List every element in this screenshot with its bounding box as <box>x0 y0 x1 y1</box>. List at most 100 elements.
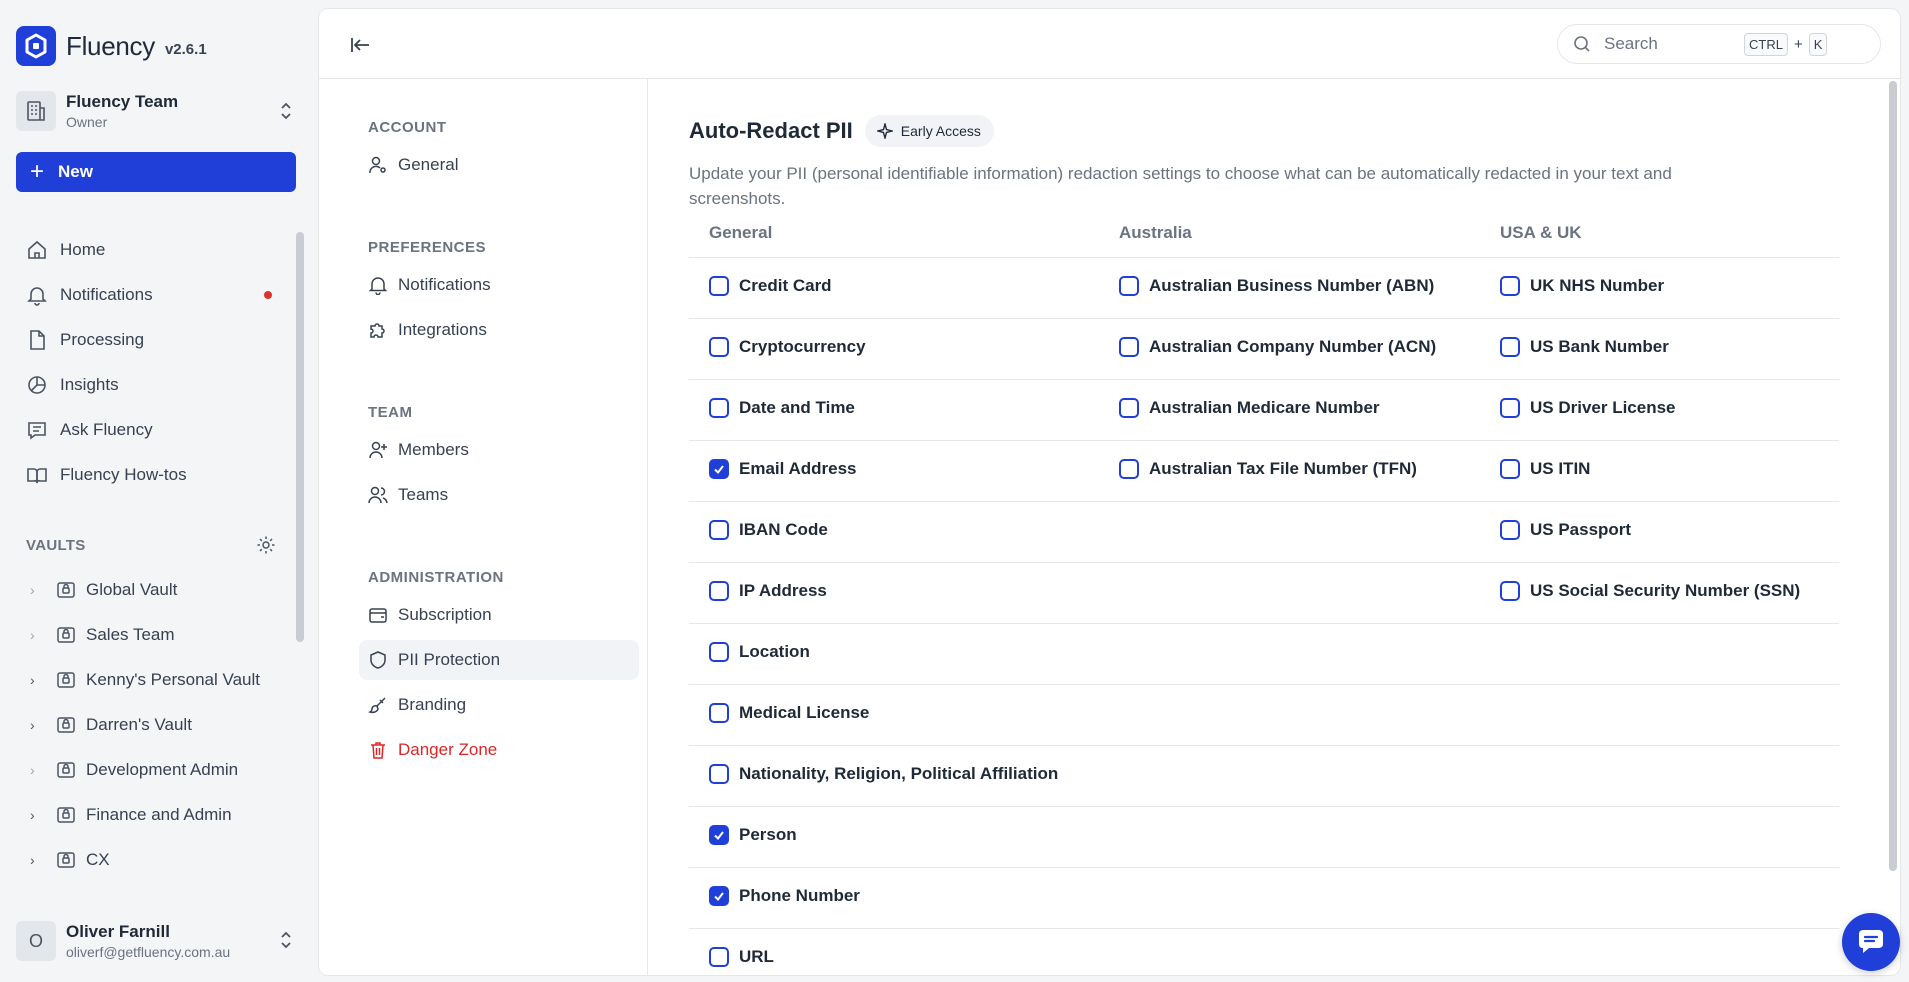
chevron-up-down-icon[interactable] <box>276 99 296 123</box>
user-switcher[interactable]: O Oliver Farnill oliverf@getfluency.com.… <box>16 918 296 964</box>
checkbox-box[interactable] <box>1119 398 1139 418</box>
vault-item-kenny[interactable]: › Kenny's Personal Vault <box>16 657 286 702</box>
checkbox-box[interactable] <box>1500 581 1520 601</box>
checkbox-box[interactable] <box>1500 398 1520 418</box>
checkbox-box[interactable] <box>709 520 729 540</box>
settings-item-label: General <box>398 155 459 174</box>
nav-item-how-tos[interactable]: Fluency How-tos <box>16 452 286 497</box>
vault-item-sales[interactable]: › Sales Team <box>16 612 286 657</box>
new-button-label: New <box>58 162 93 181</box>
wallet-icon <box>369 608 387 623</box>
home-icon <box>28 240 46 259</box>
checkbox-general-11[interactable]: URL <box>709 947 774 967</box>
settings-item-danger-zone[interactable]: Danger Zone <box>359 730 639 770</box>
checkbox-usa-uk-3[interactable]: US ITIN <box>1500 459 1590 479</box>
chevron-right-icon[interactable]: › <box>30 672 46 688</box>
checkbox-box[interactable] <box>709 642 729 662</box>
chevron-right-icon[interactable]: › <box>30 582 46 598</box>
checkbox-australia-2[interactable]: Australian Medicare Number <box>1119 398 1380 418</box>
settings-item-integrations[interactable]: Integrations <box>359 310 639 350</box>
checkbox-box[interactable] <box>709 459 729 479</box>
settings-item-notifications[interactable]: Notifications <box>359 265 639 305</box>
checkbox-usa-uk-2[interactable]: US Driver License <box>1500 398 1676 418</box>
checkbox-usa-uk-1[interactable]: US Bank Number <box>1500 337 1669 357</box>
shortcut-key-ctrl: CTRL <box>1744 32 1788 56</box>
row-divider <box>689 684 1839 685</box>
row-divider <box>689 623 1839 624</box>
chevron-right-icon[interactable]: › <box>30 852 46 868</box>
vault-item-cx[interactable]: › CX <box>16 837 286 882</box>
checkbox-box[interactable] <box>709 947 729 967</box>
checkbox-box[interactable] <box>709 337 729 357</box>
nav-item-home[interactable]: Home <box>16 227 286 272</box>
checkbox-box[interactable] <box>709 764 729 784</box>
search-input[interactable] <box>1604 34 1744 54</box>
vault-item-darren[interactable]: › Darren's Vault <box>16 702 286 747</box>
checkbox-general-8[interactable]: Nationality, Religion, Political Affilia… <box>709 764 1058 784</box>
checkbox-australia-3[interactable]: Australian Tax File Number (TFN) <box>1119 459 1417 479</box>
chevron-right-icon[interactable]: › <box>30 762 46 778</box>
vault-item-finance[interactable]: › Finance and Admin <box>16 792 286 837</box>
settings-item-subscription[interactable]: Subscription <box>359 595 639 635</box>
nav-item-insights[interactable]: Insights <box>16 362 286 407</box>
chevron-right-icon[interactable]: › <box>30 807 46 823</box>
settings-item-pii-protection[interactable]: PII Protection <box>359 640 639 680</box>
row-divider <box>689 501 1839 502</box>
checkbox-box[interactable] <box>1119 337 1139 357</box>
settings-item-general[interactable]: General <box>359 145 639 185</box>
content-scrollbar[interactable] <box>1889 81 1897 871</box>
nav-item-processing[interactable]: Processing <box>16 317 286 362</box>
checkbox-general-1[interactable]: Cryptocurrency <box>709 337 866 357</box>
checkbox-box[interactable] <box>709 581 729 601</box>
nav-item-notifications[interactable]: Notifications <box>16 272 286 317</box>
checkbox-general-3[interactable]: Email Address <box>709 459 856 479</box>
checkbox-general-4[interactable]: IBAN Code <box>709 520 828 540</box>
checkbox-box[interactable] <box>1500 337 1520 357</box>
checkbox-general-9[interactable]: Person <box>709 825 797 845</box>
checkbox-box[interactable] <box>1500 276 1520 296</box>
checkbox-box[interactable] <box>709 398 729 418</box>
checkbox-box[interactable] <box>1119 459 1139 479</box>
chevron-up-down-icon[interactable] <box>276 928 296 952</box>
checkbox-general-0[interactable]: Credit Card <box>709 276 832 296</box>
checkbox-australia-0[interactable]: Australian Business Number (ABN) <box>1119 276 1434 296</box>
vault-item-global[interactable]: › Global Vault <box>16 567 286 612</box>
checkbox-usa-uk-5[interactable]: US Social Security Number (SSN) <box>1500 581 1800 601</box>
chevron-right-icon[interactable]: › <box>30 627 46 643</box>
settings-item-teams[interactable]: Teams <box>359 475 639 515</box>
puzzle-icon <box>370 323 385 338</box>
brand[interactable]: Fluency v2.6.1 <box>16 26 207 66</box>
sidebar-scrollbar[interactable] <box>296 232 304 642</box>
checkbox-general-2[interactable]: Date and Time <box>709 398 855 418</box>
checkbox-box[interactable] <box>709 825 729 845</box>
checkbox-box[interactable] <box>1500 520 1520 540</box>
page-description: Update your PII (personal identifiable i… <box>689 164 1672 208</box>
checkbox-australia-1[interactable]: Australian Company Number (ACN) <box>1119 337 1436 357</box>
section-label-preferences: PREFERENCES <box>368 239 487 256</box>
gear-icon[interactable] <box>256 535 276 555</box>
checkbox-usa-uk-0[interactable]: UK NHS Number <box>1500 276 1664 296</box>
checkbox-general-10[interactable]: Phone Number <box>709 886 860 906</box>
chevron-right-icon[interactable]: › <box>30 717 46 733</box>
checkbox-box[interactable] <box>709 703 729 723</box>
checkbox-label: Cryptocurrency <box>739 337 866 356</box>
checkbox-usa-uk-4[interactable]: US Passport <box>1500 520 1631 540</box>
settings-item-members[interactable]: Members <box>359 430 639 470</box>
chat-support-button[interactable] <box>1842 913 1900 971</box>
search-bar[interactable]: CTRL + K <box>1557 24 1881 64</box>
team-switcher[interactable]: Fluency Team Owner <box>16 89 296 133</box>
checkbox-general-5[interactable]: IP Address <box>709 581 827 601</box>
checkbox-box[interactable] <box>1119 276 1139 296</box>
checkbox-general-6[interactable]: Location <box>709 642 810 662</box>
section-label-administration: ADMINISTRATION <box>368 569 504 586</box>
checkbox-box[interactable] <box>709 886 729 906</box>
checkbox-general-7[interactable]: Medical License <box>709 703 869 723</box>
collapse-sidebar-icon[interactable] <box>349 33 373 57</box>
checkbox-label: US ITIN <box>1530 459 1591 478</box>
settings-item-branding[interactable]: Branding <box>359 685 639 725</box>
nav-item-ask-fluency[interactable]: Ask Fluency <box>16 407 286 452</box>
checkbox-box[interactable] <box>709 276 729 296</box>
vault-item-development[interactable]: › Development Admin <box>16 747 286 792</box>
checkbox-box[interactable] <box>1500 459 1520 479</box>
new-button[interactable]: + New <box>16 152 296 192</box>
